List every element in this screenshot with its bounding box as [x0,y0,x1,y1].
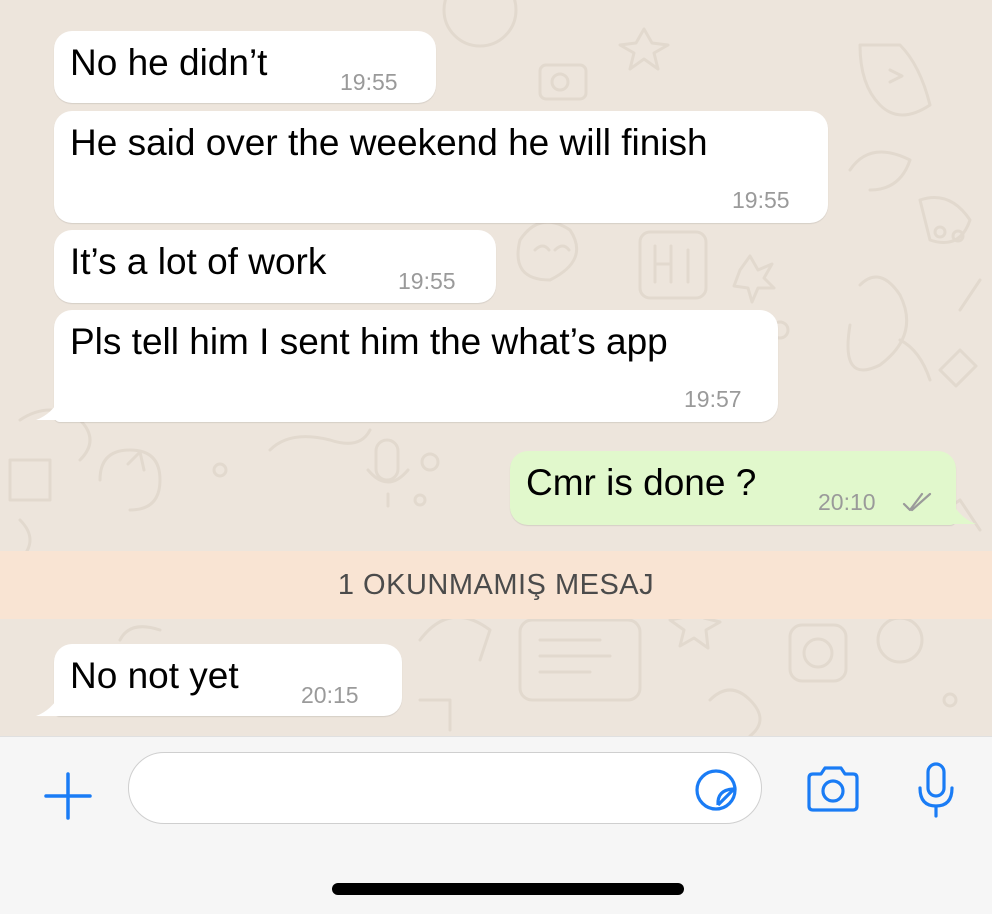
bubble-tail [36,398,60,420]
message-text: No he didn’t [70,42,268,83]
message-bubble-outgoing[interactable]: Cmr is done ? 20:10 [510,451,956,525]
unread-messages-banner: 1 OKUNMAMIŞ MESAJ [0,551,992,619]
message-time: 19:57 [684,386,742,412]
chat-area[interactable]: No he didn’t 19:55 He said over the week… [0,0,992,736]
message-bubble-incoming[interactable]: No not yet 20:15 [54,644,402,716]
bubble-tail [36,694,60,716]
message-text: It’s a lot of work [70,241,327,282]
message-bubble-incoming[interactable]: No he didn’t 19:55 [54,31,436,103]
message-time: 19:55 [732,187,790,213]
bubble-tail [952,502,976,524]
microphone-icon[interactable] [916,760,956,820]
message-text: Cmr is done ? [526,462,757,503]
camera-icon[interactable] [803,764,863,814]
plus-icon[interactable] [38,766,98,826]
message-bubble-incoming[interactable]: It’s a lot of work 19:55 [54,230,496,303]
message-bubble-incoming[interactable]: He said over the weekend he will finish … [54,111,828,223]
message-input-field[interactable] [128,752,762,824]
message-text: No not yet [70,655,239,696]
message-time: 19:55 [398,268,456,294]
message-time: 20:15 [301,682,359,708]
unread-messages-label: 1 OKUNMAMIŞ MESAJ [337,568,655,601]
message-time: 19:55 [340,69,398,95]
double-check-icon [902,492,932,512]
message-text: He said over the weekend he will finish [70,122,708,163]
message-time: 20:10 [818,489,876,515]
message-bubble-incoming[interactable]: Pls tell him I sent him the what’s app 1… [54,310,778,422]
sticker-icon[interactable] [694,768,738,812]
message-text: Pls tell him I sent him the what’s app [70,321,668,362]
home-indicator[interactable] [332,883,684,895]
